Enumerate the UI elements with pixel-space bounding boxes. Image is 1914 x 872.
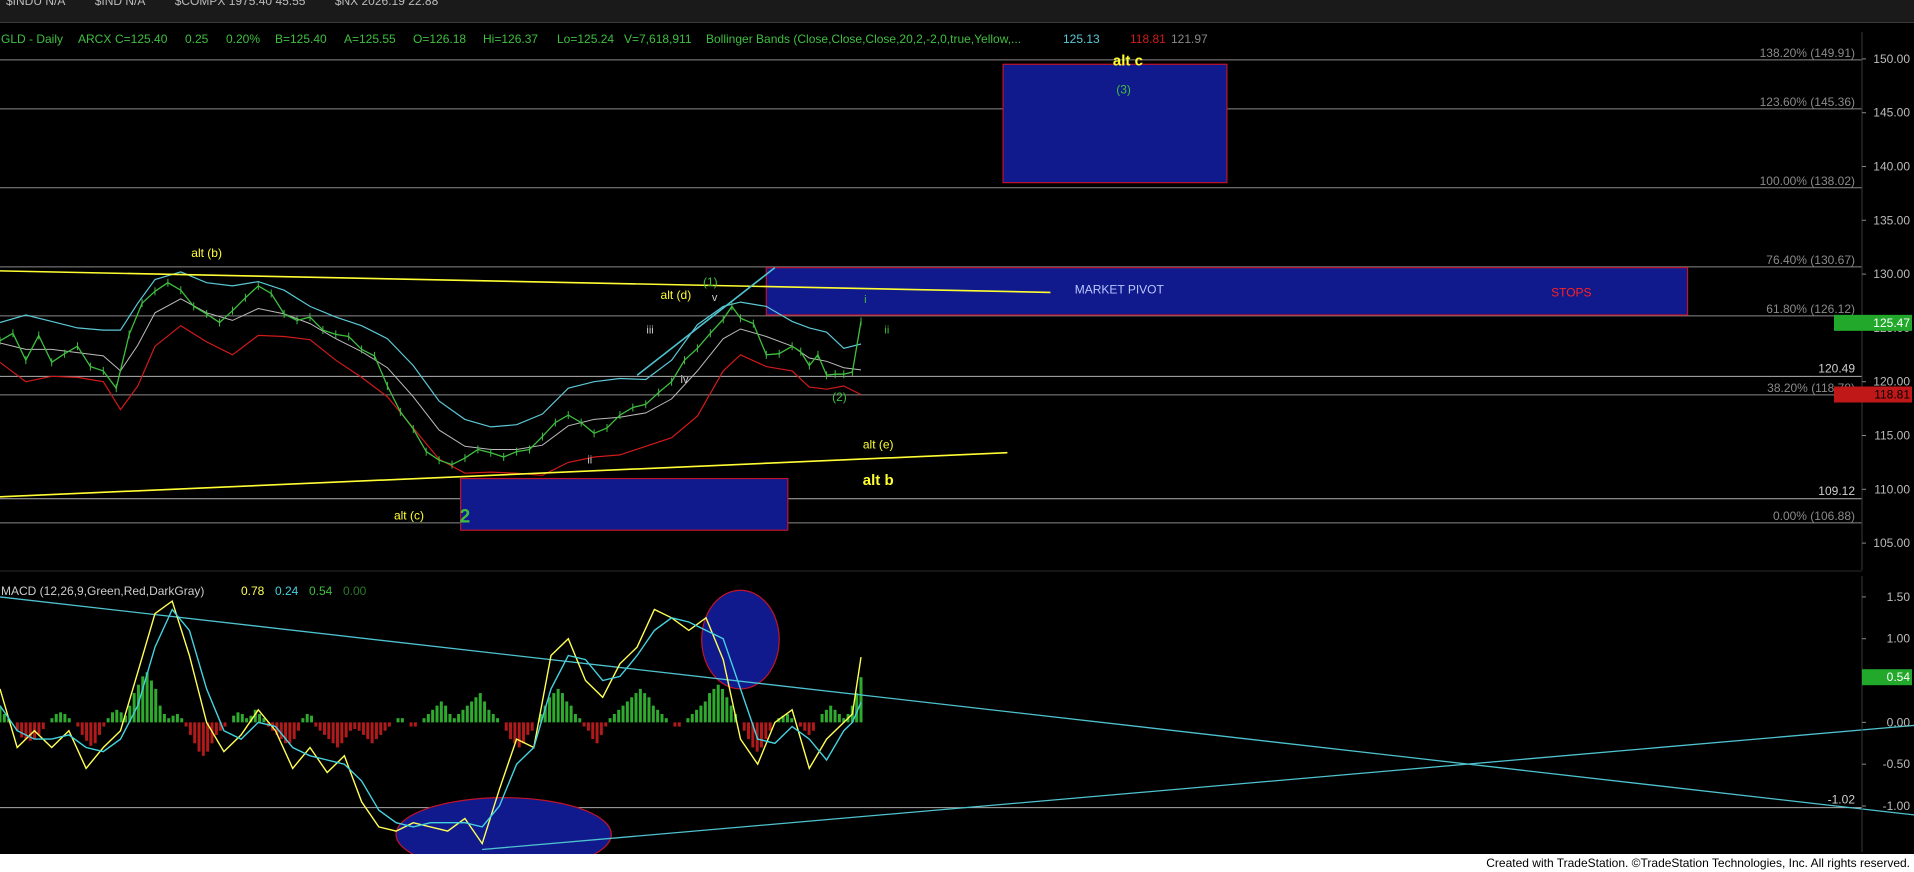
price-tick-label: 135.00 [1873,213,1910,227]
price-header-symbol: GLD - Daily [1,32,63,46]
price-series [0,271,862,476]
price-header-bb-upper: 125.13 [1063,32,1100,46]
annotation-label: (1) [703,275,718,289]
annotation-label: ii [884,324,889,336]
macd-trend-lines [0,596,1914,851]
annotation-label: MARKET PIVOT [1075,282,1165,296]
price-header-bid: B=125.40 [275,32,327,46]
fib-label-2: 100.00% (138.02) [1760,174,1855,188]
macd-rising-line [482,724,1914,851]
level-label-1: 109.12 [1818,484,1855,498]
price-header-low: Lo=125.24 [557,32,614,46]
macd-tick-label: -1.00 [1883,799,1911,813]
price-header-change-pct: 0.20% [226,32,260,46]
fib-label-1: 123.60% (145.36) [1760,95,1855,109]
macd-axis: 1.501.000.500.00-0.50-1.000.54 [1861,576,1912,852]
level-label-0: 120.49 [1818,361,1855,375]
annotation-label: alt (e) [863,437,894,451]
macd-tick-label: 1.00 [1887,632,1911,646]
bb-mid-line [0,298,862,450]
annotation-label: alt c [1113,52,1143,69]
footer: Created with TradeStation. ©TradeStation… [0,854,1914,872]
price-tick-label: 140.00 [1873,160,1910,174]
price-tick-label: 150.00 [1873,52,1910,66]
fib-label-6: 0.00% (106.88) [1773,509,1855,523]
annotation-label: alt (b) [191,246,222,260]
price-tick-label: 110.00 [1874,482,1910,496]
fib-label-4: 61.80% (126.12) [1766,302,1855,316]
macd-top-circle [701,589,780,690]
annotation-label: i [864,294,866,306]
macd-tick-label: -0.50 [1883,757,1911,771]
macd-value-label: 0.54 [1887,670,1911,684]
annotation-label: 2 [460,507,471,528]
price-header-volume: V=7,618,911 [624,32,692,46]
market-pivot-zone [765,267,1689,316]
price-header-ask: A=125.55 [344,32,396,46]
annotation-label: (2) [832,390,847,404]
fib-label-3: 76.40% (130.67) [1766,253,1855,267]
annotation-label: iv [681,374,689,386]
macd-header-hist: 0.54 [309,584,333,598]
macd-tick-label: 0.00 [1887,715,1911,729]
price-tick-label: 105.00 [1873,536,1910,550]
macd-falling-line [0,596,1914,816]
macd-header-name: MACD (12,26,9,Green,Red,DarkGray) [1,584,204,598]
macd-panel-grid: -1.02 [0,793,1862,809]
annotation-label: v [712,292,718,304]
price-tick-label: 130.00 [1873,267,1910,281]
macd-tick-label: 1.50 [1887,590,1911,604]
annotation-label: ii [587,454,592,466]
bb-upper-line [0,271,862,428]
wave-2-support-zone [460,477,789,531]
price-header-change: 0.25 [185,32,209,46]
price-tick-label: 115.00 [1874,429,1910,443]
annotation-label: (3) [1116,82,1131,96]
macd-header-signal: 0.24 [275,584,299,598]
bb-lower-label: 118.81 [1874,388,1910,402]
macd-header-macd: 0.78 [241,584,265,598]
macd-header-zero: 0.00 [343,584,367,598]
chart-canvas[interactable]: 138.20% (149.91) 123.60% (145.36) 100.00% … [0,0,1914,872]
price-header-open: O=126.18 [413,32,466,46]
price-header-bb-mid: 121.97 [1171,32,1208,46]
price-header-exchange: ARCX [78,32,111,46]
annotation-label: alt b [863,472,894,489]
price-header-indicator: Bollinger Bands (Close,Close,Close,20,2,… [706,32,1021,46]
annotation-label: iii [646,324,653,336]
annotation-label: STOPS [1551,286,1591,300]
last-price-label: 125.47 [1873,316,1910,330]
price-header-last: C=125.40 [115,32,168,46]
price-tick-label: 145.00 [1873,106,1910,120]
footer-copyright: Created with TradeStation. ©TradeStation… [1486,856,1910,870]
price-header-high: Hi=126.37 [483,32,538,46]
alt-c-target-zone [1002,63,1228,184]
annotation-label: alt (d) [661,288,692,302]
price-header-bb-lower: 118.81 [1130,32,1166,46]
fib-label-0: 138.20% (149.91) [1760,46,1855,60]
annotation-label: alt (c) [394,508,424,522]
price-zones [460,63,1689,531]
macd-level-label: -1.02 [1828,793,1856,807]
bb-lower-line [0,324,862,476]
